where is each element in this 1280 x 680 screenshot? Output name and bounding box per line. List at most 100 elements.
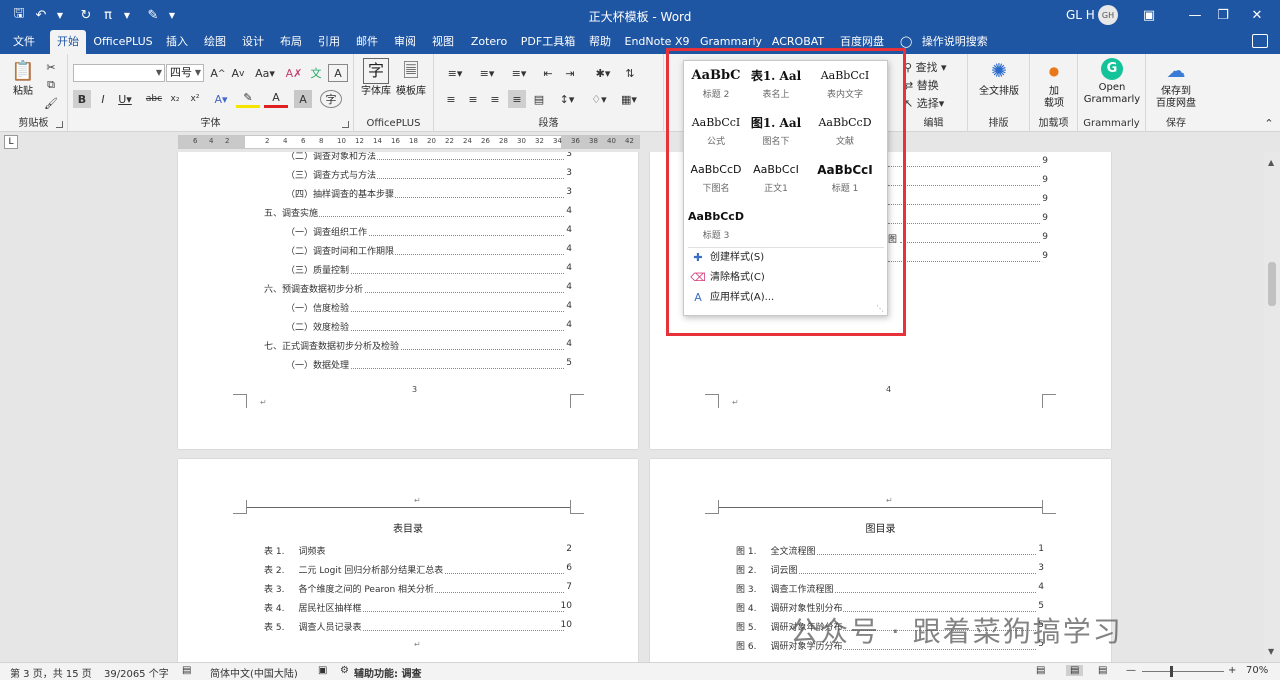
save-to-netdisk-button[interactable]: ☁ 保存到 百度网盘 [1150, 58, 1202, 110]
distributed-icon[interactable]: ▤ [530, 90, 548, 108]
grow-font-icon[interactable]: A ^ [208, 64, 228, 82]
avatar[interactable]: GH [1098, 5, 1118, 25]
document-area[interactable]: （二）调查对象和方法 3 （三）调查方式与方法 3 （四）抽样调查的基本步骤 3 五、… [0, 152, 1264, 662]
close-icon[interactable]: ✕ [1234, 0, 1280, 30]
toc-line[interactable]: 表 5. 调查人员记录表 10 [264, 620, 572, 634]
toc-line[interactable]: 表 4. 居民社区抽样框 10 [264, 601, 572, 615]
page-3[interactable]: （二）调查对象和方法 3 （三）调查方式与方法 3 （四）抽样调查的基本步骤 3 五、… [178, 152, 638, 449]
macro-icon[interactable]: ▣ [318, 665, 327, 676]
align-left-icon[interactable]: ≡ [442, 90, 460, 108]
chinese-layout-icon[interactable]: ✱▾ [590, 64, 616, 82]
multilevel-list-icon[interactable]: ≡▾ [506, 64, 532, 82]
zoom-in-icon[interactable]: + [1228, 665, 1236, 676]
font-size-combo[interactable]: 四号 ▼ [166, 64, 204, 82]
cut-icon[interactable]: ✂ [42, 58, 60, 76]
page-5[interactable]: ↵ 表目录 表 1. 词频表 2 表 2. 二元 Logit 回归分析部分结果汇总表 6… [178, 459, 638, 662]
zoom-level[interactable]: 70% [1246, 665, 1268, 676]
zoom-slider-thumb[interactable] [1170, 666, 1173, 677]
toc-line[interactable]: （二）调查时间和工作期限 4 [286, 244, 572, 258]
tab-review[interactable]: 审阅 [390, 30, 420, 54]
addins-button[interactable]: ● 加 载项 [1036, 58, 1072, 110]
toc-line[interactable]: 五、调查实施 4 [264, 206, 572, 220]
superscript-icon[interactable]: x² [186, 90, 204, 108]
save-icon[interactable]: 🖫 [8, 6, 30, 24]
toc-line[interactable]: （四）抽样调查的基本步骤 3 [286, 187, 572, 201]
tab-home[interactable]: 开始 [50, 30, 86, 54]
toc-line[interactable]: 表 3. 各个维度之间的 Pearon 相关分析 7 [264, 582, 572, 596]
toc-line[interactable]: 9 [888, 156, 1048, 170]
language-status[interactable]: 简体中文(中国大陆) [210, 665, 298, 680]
tab-view[interactable]: 视图 [428, 30, 458, 54]
italic-icon[interactable]: I [94, 90, 112, 108]
line-spacing-icon[interactable]: ↕▾ [554, 90, 580, 108]
bullets-icon[interactable]: ≡▾ [442, 64, 468, 82]
tab-design[interactable]: 设计 [238, 30, 268, 54]
equation-dropdown-icon[interactable]: ▼ [116, 6, 138, 24]
toc-line[interactable]: 图 3. 调查工作流程图 4 [736, 582, 1044, 596]
change-case-icon[interactable]: Aa▾ [252, 64, 278, 82]
toc-line[interactable]: （三）调查方式与方法 3 [286, 168, 572, 182]
undo-dropdown-icon[interactable]: ▼ [49, 6, 71, 24]
toc-line[interactable]: 七、正式调查数据初步分析及检验 4 [264, 339, 572, 353]
customize-qa-icon[interactable]: ▼ [161, 6, 183, 24]
increase-indent-icon[interactable]: ⇥ [560, 64, 580, 82]
full-text-layout-button[interactable]: ✺ 全文排版 [974, 58, 1024, 98]
focus-mode-icon[interactable]: ▤ [1036, 665, 1045, 676]
user-name[interactable]: GL H [1066, 8, 1095, 22]
toc-line[interactable]: （三）质量控制 4 [286, 263, 572, 277]
toc-line[interactable]: 图9 [888, 232, 1048, 246]
replace-button[interactable]: ⇄ 替换 [904, 76, 960, 94]
toc-line[interactable]: （二）效度检验 4 [286, 320, 572, 334]
zoom-out-icon[interactable]: — [1126, 665, 1136, 676]
underline-icon[interactable]: U▾ [114, 90, 136, 108]
toc-line[interactable]: 六、预调查数据初步分析 4 [264, 282, 572, 296]
format-painter-icon[interactable]: 🖌 [42, 94, 60, 112]
find-button[interactable]: ⚲ 查找 ▾ [904, 58, 960, 76]
sort-icon[interactable]: ⇅ [620, 64, 640, 82]
collapse-ribbon-icon[interactable]: ⌃ [1262, 114, 1276, 132]
web-layout-icon[interactable]: ▤ [1098, 665, 1107, 676]
vertical-scrollbar[interactable]: ▲ ▼ [1264, 152, 1280, 662]
toc-line[interactable]: 表 1. 词频表 2 [264, 544, 572, 558]
copy-icon[interactable]: ⧉ [42, 76, 60, 94]
toc-line[interactable]: （一）信度检验 4 [286, 301, 572, 315]
font-name-combo[interactable]: ▼ [73, 64, 165, 82]
text-effects-icon[interactable]: A▾ [210, 90, 232, 108]
open-grammarly-button[interactable]: G Open Grammarly [1082, 58, 1142, 106]
tab-file[interactable]: 文件 [8, 30, 40, 54]
toc-line[interactable]: 图 2. 词云图 3 [736, 563, 1044, 577]
enclosed-char-icon[interactable]: 字 [320, 90, 342, 108]
ruler-strip[interactable]: 6 4 2 2 4 6 8 10 12 14 16 18 20 22 24 26… [178, 135, 640, 149]
tab-help[interactable]: 帮助 [584, 30, 616, 54]
subscript-icon[interactable]: x₂ [166, 90, 184, 108]
shrink-font-icon[interactable]: Av [228, 64, 248, 82]
font-library-button[interactable]: 字 字体库 [360, 58, 392, 98]
decrease-indent-icon[interactable]: ⇤ [538, 64, 558, 82]
tab-pdf-toolbox[interactable]: PDF工具箱 [518, 30, 578, 54]
page-count-status[interactable]: 第 3 页，共 15 页 [10, 665, 92, 680]
toc-line[interactable]: （二）调查对象和方法 3 [286, 152, 572, 163]
word-count-status[interactable]: 39/2065 个字 [104, 665, 169, 680]
phonetic-guide-icon[interactable]: 文 [306, 64, 326, 82]
tab-layout[interactable]: 布局 [276, 30, 306, 54]
clear-formatting-icon[interactable]: A✗ [284, 64, 304, 82]
toc-line[interactable]: （一）调查组织工作 4 [286, 225, 572, 239]
strikethrough-icon[interactable]: abc [144, 90, 164, 108]
ribbon-display-icon[interactable]: ▣ [1126, 0, 1172, 30]
enclose-character-icon[interactable]: A [328, 64, 348, 82]
numbering-icon[interactable]: ≡▾ [474, 64, 500, 82]
scroll-thumb[interactable] [1268, 262, 1276, 306]
tab-references[interactable]: 引用 [314, 30, 344, 54]
toc-line[interactable]: （一）数据处理 5 [286, 358, 572, 372]
paste-button[interactable]: 📋 粘贴 [6, 58, 40, 98]
align-right-icon[interactable]: ≡ [486, 90, 504, 108]
redo-icon[interactable]: ↻ [75, 6, 97, 24]
toc-line[interactable]: 9 [888, 213, 1048, 227]
font-launcher-icon[interactable] [342, 121, 349, 128]
scroll-down-icon[interactable]: ▼ [1268, 647, 1274, 656]
highlight-icon[interactable]: ✎ [236, 90, 260, 108]
justify-icon[interactable]: ≡ [508, 90, 526, 108]
toc-line[interactable]: 9 [888, 194, 1048, 208]
shading-icon[interactable]: ♢▾ [586, 90, 612, 108]
tab-selector[interactable]: L [4, 135, 18, 149]
